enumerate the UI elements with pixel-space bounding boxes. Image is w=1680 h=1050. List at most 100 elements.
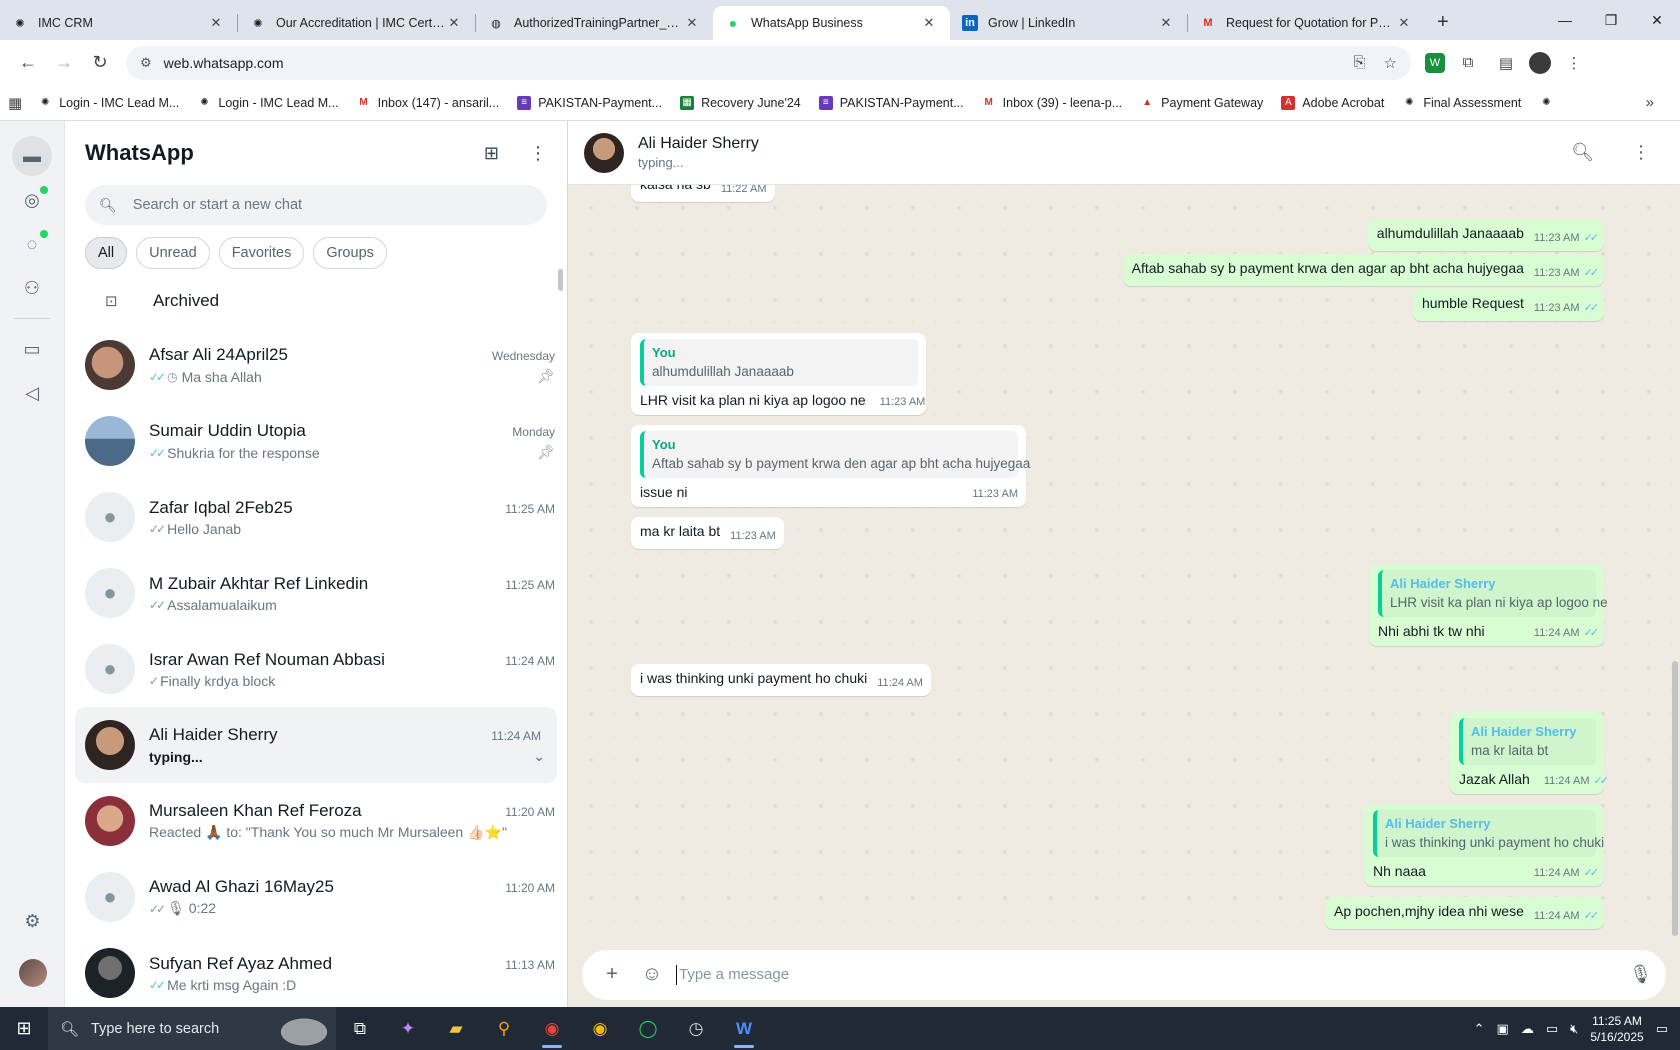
communities-icon[interactable]: ⚇ xyxy=(12,268,52,308)
bookmark-item[interactable]: ✺ Final Assessment xyxy=(1402,96,1521,110)
profile-avatar[interactable] xyxy=(18,959,47,987)
message-incoming-reply[interactable]: You alhumdulillah Janaaaab LHR visit ka … xyxy=(631,333,926,415)
message-outgoing-reply[interactable]: Ali Haider Sherry LHR visit ka plan ni k… xyxy=(1369,564,1608,646)
chat-row[interactable]: Sufyan Ref Ayaz Ahmed 11:13 AM ✓✓ Me krti … xyxy=(65,935,567,1007)
chevron-down-icon[interactable]: ⌄ xyxy=(533,748,555,765)
menu-kebab-icon[interactable]: ⋮ xyxy=(529,143,547,164)
status-icon[interactable]: ◎ xyxy=(12,180,52,220)
close-tab-icon[interactable]: ✕ xyxy=(1395,15,1413,31)
chat-row[interactable]: Afsar Ali 24April25 Wednesday ✓✓ ◷ Ma sha A… xyxy=(65,327,567,403)
message-outgoing[interactable]: Aftab sahab sy b payment krwa den agar a… xyxy=(1122,254,1604,286)
message-incoming[interactable]: i was thinking unki payment ho chuki 11:2… xyxy=(631,664,931,696)
message-outgoing[interactable]: humble Request 11:23 AM ✓✓ xyxy=(1412,289,1604,321)
bookmark-item[interactable]: A Adobe Acrobat xyxy=(1281,95,1384,110)
quoted-message[interactable]: You Aftab sahab sy b payment krwa den ag… xyxy=(640,431,1030,478)
back-arrow-icon[interactable]: ← xyxy=(10,45,46,81)
emoji-sticker-icon[interactable]: ☺ xyxy=(636,963,668,986)
chat-row[interactable]: ● Zafar Iqbal 2Feb25 11:25 AM ✓✓ Hello Jan… xyxy=(65,479,567,555)
close-tab-icon[interactable]: ✕ xyxy=(1157,15,1175,31)
close-tab-icon[interactable]: ✕ xyxy=(920,15,938,31)
search-input[interactable]: 🔍︎ Search or start a new chat xyxy=(85,185,547,225)
new-tab-button[interactable]: + xyxy=(1425,11,1461,40)
filter-all[interactable]: All xyxy=(85,237,128,269)
message-incoming-reply[interactable]: You Aftab sahab sy b payment krwa den ag… xyxy=(631,425,1030,507)
chat-list-scrollbar[interactable] xyxy=(558,269,563,291)
browser-tab-gmail-rfq[interactable]: M Request for Quotation for PMP ✕ xyxy=(1188,6,1425,40)
filter-groups[interactable]: Groups xyxy=(313,237,387,269)
copilot-icon[interactable]: ✦ xyxy=(384,1007,432,1050)
conversation-header[interactable]: Ali Haider Sherry typing... 🔍︎ ⋮ xyxy=(568,121,1680,185)
install-app-icon[interactable]: ⎘ xyxy=(1354,54,1366,72)
filter-favorites[interactable]: Favorites xyxy=(218,237,305,269)
site-settings-icon[interactable]: ⚙ xyxy=(140,55,152,71)
chat-row[interactable]: ● Awad Al Ghazi 16May25 11:20 AM ✓✓ 🎙 0:22 xyxy=(65,859,567,935)
address-bar[interactable]: ⚙ web.whatsapp.com ⎘ ☆ xyxy=(126,45,1411,80)
bookmark-item[interactable]: ≡ PAKISTAN-Payment... xyxy=(818,95,964,110)
message-outgoing[interactable]: Ap pochen,mjhy idea nhi wese 11:24 AM ✓✓ xyxy=(1324,897,1604,929)
message-outgoing-reply[interactable]: Ali Haider Sherry i was thinking unki pa… xyxy=(1364,804,1604,886)
notifications-icon[interactable]: ▭ xyxy=(1656,1021,1668,1037)
new-chat-icon[interactable]: ⊞ xyxy=(484,143,499,164)
quoted-message[interactable]: Ali Haider Sherry i was thinking unki pa… xyxy=(1373,810,1604,857)
apps-grid-icon[interactable]: ▦ xyxy=(8,94,22,112)
filter-unread[interactable]: Unread xyxy=(136,237,210,269)
message-input[interactable]: Type a message xyxy=(679,966,789,983)
minimize-icon[interactable]: — xyxy=(1542,0,1588,40)
meet-camera-icon[interactable]: ▣ xyxy=(1497,1021,1509,1037)
bookmark-item[interactable]: ≡ PAKISTAN-Payment... xyxy=(517,95,662,110)
network-icon[interactable]: ▭ xyxy=(1546,1021,1558,1037)
windows-start-icon[interactable]: ⊞ xyxy=(0,1007,48,1050)
chrome-icon[interactable]: ◉ xyxy=(528,1007,576,1050)
chevron-up-icon[interactable]: ⌃ xyxy=(1474,1021,1485,1037)
chat-row-selected[interactable]: Ali Haider Sherry 11:24 AM typing... ⌄ xyxy=(75,707,557,783)
contact-avatar[interactable] xyxy=(584,132,624,173)
browser-menu-icon[interactable]: ⋮ xyxy=(1559,48,1589,78)
task-view-icon[interactable]: ⧉ xyxy=(336,1007,384,1050)
pin-app-icon[interactable]: ⚲ xyxy=(480,1007,528,1050)
extensions-puzzle-icon[interactable]: ⧉ xyxy=(1453,48,1483,78)
chats-icon[interactable]: ▬ xyxy=(12,136,52,176)
quoted-message[interactable]: Ali Haider Sherry ma kr laita bt xyxy=(1459,718,1596,765)
bookmark-star-icon[interactable]: ☆ xyxy=(1384,54,1397,72)
microphone-icon[interactable]: 🎙︎ xyxy=(1629,964,1652,985)
message-outgoing[interactable]: alhumdulillah Janaaaab 11:23 AM ✓✓ xyxy=(1367,219,1604,251)
close-tab-icon[interactable]: ✕ xyxy=(683,15,701,31)
bookmark-item[interactable]: ✺ xyxy=(1539,96,1560,110)
browser-tab-whatsapp[interactable]: ● WhatsApp Business ✕ xyxy=(713,6,950,40)
word-icon[interactable]: W xyxy=(720,1007,768,1050)
archived-row[interactable]: ⊡ Archived xyxy=(65,275,567,327)
browser-tab-training-partner[interactable]: ◍ AuthorizedTrainingPartner_Bad ✕ xyxy=(476,6,713,40)
bookmark-item[interactable]: ▦ Recovery June'24 xyxy=(680,95,801,110)
message-incoming[interactable]: ma kr laita bt 11:23 AM xyxy=(631,517,784,549)
clock-app-icon[interactable]: ◷ xyxy=(672,1007,720,1050)
reload-icon[interactable]: ↻ xyxy=(82,45,118,81)
search-icon[interactable]: 🔍︎ xyxy=(1571,142,1594,163)
chat-row[interactable]: ● M Zubair Akhtar Ref Linkedin 11:25 AM ✓… xyxy=(65,555,567,631)
bookmark-item[interactable]: M Inbox (147) - ansaril... xyxy=(357,96,499,110)
conversation-scrollbar[interactable] xyxy=(1672,661,1678,936)
browser-tab-linkedin[interactable]: in Grow | LinkedIn ✕ xyxy=(950,6,1187,40)
volume-muted-icon[interactable]: 🔇︎ xyxy=(1570,1021,1578,1037)
close-tab-icon[interactable]: ✕ xyxy=(445,15,463,31)
whatsapp-icon[interactable]: ◯ xyxy=(624,1007,672,1050)
quoted-message[interactable]: Ali Haider Sherry LHR visit ka plan ni k… xyxy=(1378,570,1608,617)
profile-avatar[interactable] xyxy=(1529,51,1551,74)
chat-row[interactable]: Mursaleen Khan Ref Feroza 11:20 AM Reacte… xyxy=(65,783,567,859)
close-window-icon[interactable]: ✕ xyxy=(1634,0,1680,40)
settings-gear-icon[interactable]: ⚙ xyxy=(13,901,53,941)
onedrive-cloud-icon[interactable]: ☁ xyxy=(1521,1021,1534,1037)
bookmark-item[interactable]: M Inbox (39) - leena-p... xyxy=(982,96,1122,110)
browser-tab-accreditation[interactable]: ✺ Our Accreditation | IMC Certific ✕ xyxy=(238,6,475,40)
quoted-message[interactable]: You alhumdulillah Janaaaab xyxy=(640,339,918,386)
taskbar-search-input[interactable]: 🔍︎ Type here to search xyxy=(48,1007,336,1050)
taskbar-clock[interactable]: 11:25 AM 5/16/2025 xyxy=(1590,1013,1643,1045)
browser-tab-imc-crm[interactable]: ✺ IMC CRM ✕ xyxy=(0,6,237,40)
bookmark-item[interactable]: ✺ Login - IMC Lead M... xyxy=(197,96,338,110)
bookmarks-overflow-icon[interactable]: » xyxy=(1646,94,1672,111)
catalog-icon[interactable]: ▭ xyxy=(12,329,52,369)
extension-green-icon[interactable]: W xyxy=(1425,52,1445,73)
attach-plus-icon[interactable]: + xyxy=(596,963,628,986)
bookmark-item[interactable]: ✺ Login - IMC Lead M... xyxy=(38,96,179,110)
channels-icon[interactable]: ◌ xyxy=(12,224,52,264)
menu-kebab-icon[interactable]: ⋮ xyxy=(1632,142,1650,163)
